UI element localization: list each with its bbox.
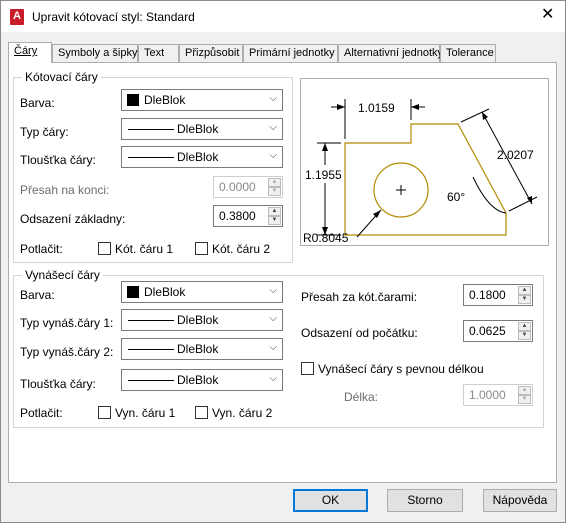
lineweight-sample xyxy=(128,380,174,381)
ext-linetype2-select[interactable]: DleBlok ⌵ xyxy=(121,338,283,360)
close-icon[interactable]: ✕ xyxy=(541,6,554,24)
tab-lines[interactable]: Čáry xyxy=(8,42,52,63)
ext-lineweight-label: Tloušťka čáry: xyxy=(20,377,96,391)
chevron-down-icon: ⌵ xyxy=(269,313,277,324)
linetype-sample xyxy=(128,320,174,321)
ok-button[interactable]: OK xyxy=(293,489,368,512)
preview-panel: 1.0159 1.1955 2.0207 60° R0.8045 xyxy=(300,78,549,246)
title-bar: A Upravit kótovací styl: Standard ✕ xyxy=(1,1,565,32)
spin-up-icon[interactable]: ▲ xyxy=(518,286,531,295)
spin-up-icon[interactable]: ▲ xyxy=(268,178,281,187)
dim-lineweight-value: DleBlok xyxy=(177,150,219,164)
ext-linetype2-label: Typ vynáš.čáry 2: xyxy=(20,345,114,359)
linetype-sample xyxy=(128,349,174,350)
ext-linetype1-value: DleBlok xyxy=(177,313,219,327)
chevron-down-icon: ⌵ xyxy=(269,122,277,133)
ext-color-label: Barva: xyxy=(20,288,55,302)
ext-lines-title: Vynášecí čáry xyxy=(22,268,103,282)
preview-radius: R0.8045 xyxy=(303,231,349,245)
length-spinner[interactable]: 1.0000 ▲ ▼ xyxy=(463,384,533,406)
ext-linetype1-label: Typ vynáš.čáry 1: xyxy=(20,316,114,330)
preview-angle: 60° xyxy=(447,190,465,204)
suppress-ext-line-1-label: Vyn. čáru 1 xyxy=(115,406,176,420)
dim-linetype-value: DleBlok xyxy=(177,122,219,136)
dim-lineweight-label: Tloušťka čáry: xyxy=(20,153,96,167)
dim-baseline-value: 0.3800 xyxy=(219,209,256,223)
window-title: Upravit kótovací styl: Standard xyxy=(32,10,195,24)
ext-lines-group: Vynášecí čáry Barva: DleBlok ⌵ Typ vynáš… xyxy=(13,268,544,428)
spin-up-icon[interactable]: ▲ xyxy=(518,386,531,395)
suppress-ext-line-1-checkbox[interactable] xyxy=(98,406,111,419)
spin-down-icon[interactable]: ▼ xyxy=(518,331,531,340)
dialog-window: A Upravit kótovací styl: Standard ✕ Čáry… xyxy=(0,0,566,523)
ext-offset-label: Odsazení od počátku: xyxy=(301,326,418,340)
ext-color-value: DleBlok xyxy=(144,285,186,299)
tab-symbols-arrows[interactable]: Symboly a šipky xyxy=(52,44,138,62)
ext-offset-value: 0.0625 xyxy=(469,324,506,338)
fixed-length-checkbox[interactable] xyxy=(301,362,314,375)
ext-suppress-label: Potlačit: xyxy=(20,406,63,420)
dim-extend-value: 0.0000 xyxy=(219,180,256,194)
spin-up-icon[interactable]: ▲ xyxy=(268,207,281,216)
spin-down-icon[interactable]: ▼ xyxy=(518,295,531,304)
ext-lineweight-select[interactable]: DleBlok ⌵ xyxy=(121,369,283,391)
fixed-length-label: Vynášecí čáry s pevnou délkou xyxy=(318,362,484,376)
ext-linetype1-select[interactable]: DleBlok ⌵ xyxy=(121,309,283,331)
ext-linetype2-value: DleBlok xyxy=(177,342,219,356)
dim-lines-title: Kótovací čáry xyxy=(22,70,101,84)
tab-pane-lines: Kótovací čáry Barva: DleBlok ⌵ Typ čáry:… xyxy=(8,62,557,483)
dimension-preview-drawing: 1.0159 1.1955 2.0207 60° R0.8045 xyxy=(303,99,538,245)
length-label: Délka: xyxy=(344,390,379,404)
dim-lines-group: Kótovací čáry Barva: DleBlok ⌵ Typ čáry:… xyxy=(13,70,293,263)
length-value: 1.0000 xyxy=(469,388,506,402)
dim-linetype-select[interactable]: DleBlok ⌵ xyxy=(121,118,283,140)
dim-extend-label: Přesah na konci: xyxy=(20,183,110,197)
suppress-dim-line-2-label: Kót. čáru 2 xyxy=(212,242,271,256)
chevron-down-icon: ⌵ xyxy=(269,93,277,104)
dim-baseline-label: Odsazení základny: xyxy=(20,212,126,226)
suppress-dim-line-1-checkbox[interactable] xyxy=(98,242,111,255)
tab-text[interactable]: Text xyxy=(138,44,179,62)
suppress-dim-line-1-label: Kót. čáru 1 xyxy=(115,242,174,256)
dim-lineweight-select[interactable]: DleBlok ⌵ xyxy=(121,146,283,168)
spin-down-icon[interactable]: ▼ xyxy=(268,216,281,225)
tab-tolerance[interactable]: Tolerance xyxy=(440,44,496,62)
chevron-down-icon: ⌵ xyxy=(269,150,277,161)
chevron-down-icon: ⌵ xyxy=(269,285,277,296)
dim-linetype-label: Typ čáry: xyxy=(20,125,69,139)
spin-up-icon[interactable]: ▲ xyxy=(518,322,531,331)
autocad-app-icon: A xyxy=(10,9,24,25)
chevron-down-icon: ⌵ xyxy=(269,342,277,353)
ext-offset-spinner[interactable]: 0.0625 ▲ ▼ xyxy=(463,320,533,342)
dim-color-value: DleBlok xyxy=(144,93,186,107)
suppress-ext-line-2-checkbox[interactable] xyxy=(195,406,208,419)
ext-color-select[interactable]: DleBlok ⌵ xyxy=(121,281,283,303)
preview-dim-left: 1.1955 xyxy=(305,168,342,182)
suppress-dim-line-2-checkbox[interactable] xyxy=(195,242,208,255)
ext-lineweight-value: DleBlok xyxy=(177,373,219,387)
ext-beyond-value: 0.1800 xyxy=(469,288,506,302)
linetype-sample xyxy=(128,129,174,130)
suppress-ext-line-2-label: Vyn. čáru 2 xyxy=(212,406,273,420)
lineweight-sample xyxy=(128,157,174,158)
tab-fit[interactable]: Přizpůsobit xyxy=(179,44,243,62)
tab-primary-units[interactable]: Primární jednotky xyxy=(243,44,338,62)
preview-dim-top: 1.0159 xyxy=(358,101,395,115)
cancel-button[interactable]: Storno xyxy=(387,489,463,512)
color-swatch xyxy=(127,286,139,298)
ext-beyond-label: Přesah za kót.čarami: xyxy=(301,290,418,304)
spin-down-icon[interactable]: ▼ xyxy=(518,395,531,404)
chevron-down-icon: ⌵ xyxy=(269,373,277,384)
dim-suppress-label: Potlačit: xyxy=(20,242,63,256)
color-swatch xyxy=(127,94,139,106)
tab-alternate-units[interactable]: Alternativní jednotky xyxy=(338,44,443,62)
ext-beyond-spinner[interactable]: 0.1800 ▲ ▼ xyxy=(463,284,533,306)
help-button[interactable]: Nápověda xyxy=(483,489,557,512)
spin-down-icon[interactable]: ▼ xyxy=(268,187,281,196)
dim-extend-spinner[interactable]: 0.0000 ▲ ▼ xyxy=(213,176,283,198)
preview-dim-right: 2.0207 xyxy=(497,148,534,162)
dim-color-select[interactable]: DleBlok ⌵ xyxy=(121,89,283,111)
dim-color-label: Barva: xyxy=(20,96,55,110)
dim-baseline-spinner[interactable]: 0.3800 ▲ ▼ xyxy=(213,205,283,227)
